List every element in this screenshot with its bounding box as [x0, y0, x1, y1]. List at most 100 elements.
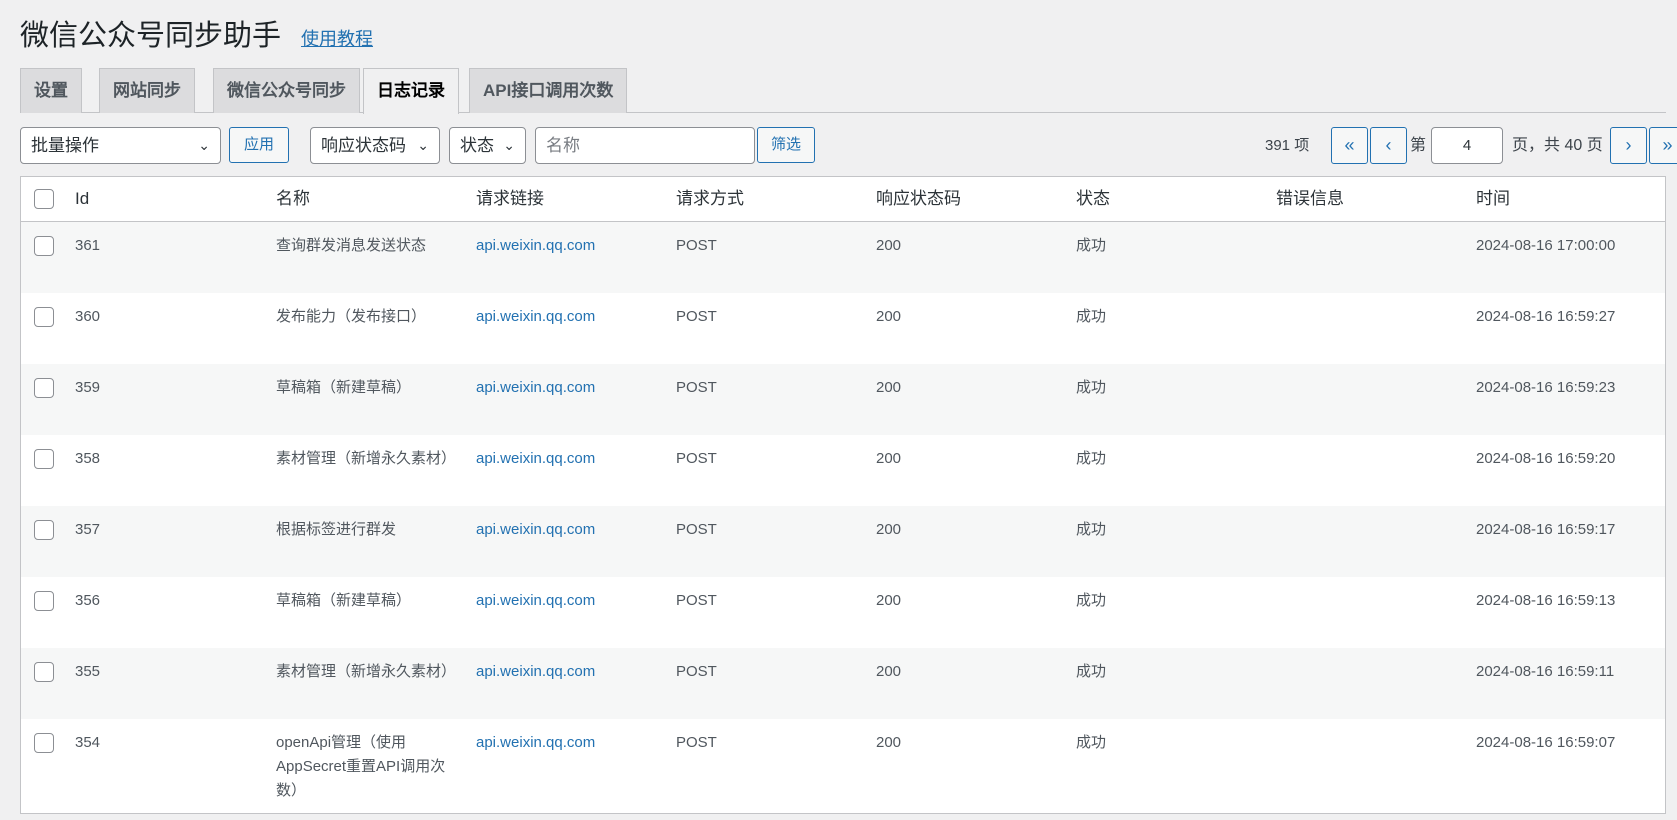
cell-id: 361 — [75, 237, 101, 254]
page-prefix: 第 — [1410, 137, 1427, 154]
cell-status: 成功 — [1076, 592, 1107, 609]
cell-id: 357 — [75, 521, 101, 538]
status-code-filter-select[interactable]: 响应状态码 ⌄ — [310, 127, 440, 164]
table-row: 355 素材管理（新增永久素材） api.weixin.qq.com POST … — [21, 648, 1665, 719]
cell-status-code: 200 — [876, 663, 902, 680]
cell-method: POST — [676, 663, 717, 680]
row-checkbox[interactable] — [34, 378, 54, 398]
cell-name: 草稿箱（新建草稿） — [276, 592, 412, 609]
cell-time: 2024-08-16 16:59:17 — [1476, 521, 1616, 538]
column-header-status[interactable]: 状态 — [1076, 177, 1110, 221]
page-suffix: 页，共 40 页 — [1512, 137, 1603, 154]
chevron-down-icon: ⌄ — [503, 137, 515, 153]
cell-url-link[interactable]: api.weixin.qq.com — [476, 376, 595, 400]
cell-time: 2024-08-16 16:59:23 — [1476, 379, 1616, 396]
tab-site-sync[interactable]: 网站同步 — [99, 68, 195, 113]
tab-logs[interactable]: 日志记录 — [363, 68, 459, 114]
cell-method: POST — [676, 521, 717, 538]
column-header-url[interactable]: 请求链接 — [476, 177, 544, 221]
cell-url-link[interactable]: api.weixin.qq.com — [476, 731, 595, 755]
cell-status-code: 200 — [876, 308, 902, 325]
cell-url-link[interactable]: api.weixin.qq.com — [476, 589, 595, 613]
cell-id: 355 — [75, 663, 101, 680]
bulk-action-select[interactable]: 批量操作 ⌄ — [20, 127, 221, 164]
first-page-button[interactable]: « — [1331, 127, 1368, 164]
cell-time: 2024-08-16 17:00:00 — [1476, 237, 1616, 254]
cell-name: 素材管理（新增永久素材） — [276, 663, 457, 680]
cell-name: openApi管理（使用AppSecret重置API调用次数） — [276, 734, 446, 799]
cell-url-link[interactable]: api.weixin.qq.com — [476, 660, 595, 684]
cell-method: POST — [676, 237, 717, 254]
table-row: 359 草稿箱（新建草稿） api.weixin.qq.com POST 200… — [21, 364, 1665, 435]
cell-url-link[interactable]: api.weixin.qq.com — [476, 234, 595, 258]
chevron-down-icon: ⌄ — [198, 137, 210, 153]
cell-status-code: 200 — [876, 379, 902, 396]
cell-status: 成功 — [1076, 308, 1107, 325]
tab-api-call-count[interactable]: API接口调用次数 — [469, 68, 628, 113]
cell-id: 356 — [75, 592, 101, 609]
cell-name: 草稿箱（新建草稿） — [276, 379, 412, 396]
row-checkbox[interactable] — [34, 236, 54, 256]
cell-status-code: 200 — [876, 450, 902, 467]
cell-id: 354 — [75, 734, 101, 751]
row-checkbox[interactable] — [34, 307, 54, 327]
status-code-filter-value: 响应状态码 — [321, 136, 406, 155]
cell-url-link[interactable]: api.weixin.qq.com — [476, 518, 595, 542]
tutorial-link[interactable]: 使用教程 — [301, 25, 373, 51]
row-checkbox[interactable] — [34, 449, 54, 469]
cell-status: 成功 — [1076, 734, 1107, 751]
column-header-time[interactable]: 时间 — [1476, 177, 1510, 221]
column-header-method[interactable]: 请求方式 — [676, 177, 744, 221]
cell-status: 成功 — [1076, 521, 1107, 538]
cell-status-code: 200 — [876, 521, 902, 538]
table-row: 360 发布能力（发布接口） api.weixin.qq.com POST 20… — [21, 293, 1665, 364]
last-page-button[interactable]: » — [1649, 127, 1677, 164]
cell-name: 素材管理（新增永久素材） — [276, 450, 457, 467]
table-row: 354 openApi管理（使用AppSecret重置API调用次数） api.… — [21, 719, 1665, 813]
row-checkbox[interactable] — [34, 591, 54, 611]
table-header: Id 名称 请求链接 请求方式 响应状态码 状态 错误信息 时间 — [21, 177, 1665, 222]
column-header-name[interactable]: 名称 — [276, 177, 310, 221]
cell-name: 发布能力（发布接口） — [276, 308, 427, 325]
tab-settings[interactable]: 设置 — [20, 68, 82, 113]
cell-method: POST — [676, 592, 717, 609]
cell-url-link[interactable]: api.weixin.qq.com — [476, 447, 595, 471]
cell-method: POST — [676, 734, 717, 751]
cell-status: 成功 — [1076, 379, 1107, 396]
cell-name: 查询群发消息发送状态 — [276, 237, 427, 254]
table-row: 356 草稿箱（新建草稿） api.weixin.qq.com POST 200… — [21, 577, 1665, 648]
table-row: 357 根据标签进行群发 api.weixin.qq.com POST 200 … — [21, 506, 1665, 577]
name-search-input[interactable] — [535, 127, 755, 164]
title-row: 微信公众号同步助手 使用教程 — [20, 14, 373, 58]
nav-tabs: 设置 网站同步 微信公众号同步 日志记录 API接口调用次数 — [20, 68, 1666, 114]
cell-method: POST — [676, 450, 717, 467]
prev-page-button[interactable]: ‹ — [1370, 127, 1407, 164]
column-header-error[interactable]: 错误信息 — [1276, 177, 1344, 221]
bulk-action-value: 批量操作 — [31, 136, 99, 155]
row-checkbox[interactable] — [34, 733, 54, 753]
next-page-button[interactable]: › — [1610, 127, 1647, 164]
current-page-input[interactable] — [1431, 127, 1503, 164]
select-all-checkbox[interactable] — [34, 189, 54, 209]
cell-status-code: 200 — [876, 237, 902, 254]
column-header-status-code[interactable]: 响应状态码 — [876, 177, 961, 221]
cell-status-code: 200 — [876, 734, 902, 751]
tab-wechat-sync[interactable]: 微信公众号同步 — [213, 68, 360, 113]
cell-status-code: 200 — [876, 592, 902, 609]
cell-method: POST — [676, 308, 717, 325]
row-checkbox[interactable] — [34, 662, 54, 682]
apply-button[interactable]: 应用 — [229, 127, 289, 163]
cell-time: 2024-08-16 16:59:07 — [1476, 734, 1616, 751]
status-filter-select[interactable]: 状态 ⌄ — [449, 127, 526, 164]
table-toolbar: 批量操作 ⌄ 应用 响应状态码 ⌄ 状态 ⌄ 筛选 391 项 « ‹ 第 页，… — [20, 127, 1677, 165]
cell-url-link[interactable]: api.weixin.qq.com — [476, 305, 595, 329]
logs-table: Id 名称 请求链接 请求方式 响应状态码 状态 错误信息 时间 361 查询群… — [20, 176, 1666, 814]
cell-method: POST — [676, 379, 717, 396]
cell-time: 2024-08-16 16:59:11 — [1476, 663, 1615, 680]
column-header-id[interactable]: Id — [75, 177, 89, 221]
page-title: 微信公众号同步助手 — [20, 20, 282, 52]
row-checkbox[interactable] — [34, 520, 54, 540]
filter-button[interactable]: 筛选 — [757, 127, 815, 163]
cell-time: 2024-08-16 16:59:13 — [1476, 592, 1616, 609]
cell-status: 成功 — [1076, 663, 1107, 680]
